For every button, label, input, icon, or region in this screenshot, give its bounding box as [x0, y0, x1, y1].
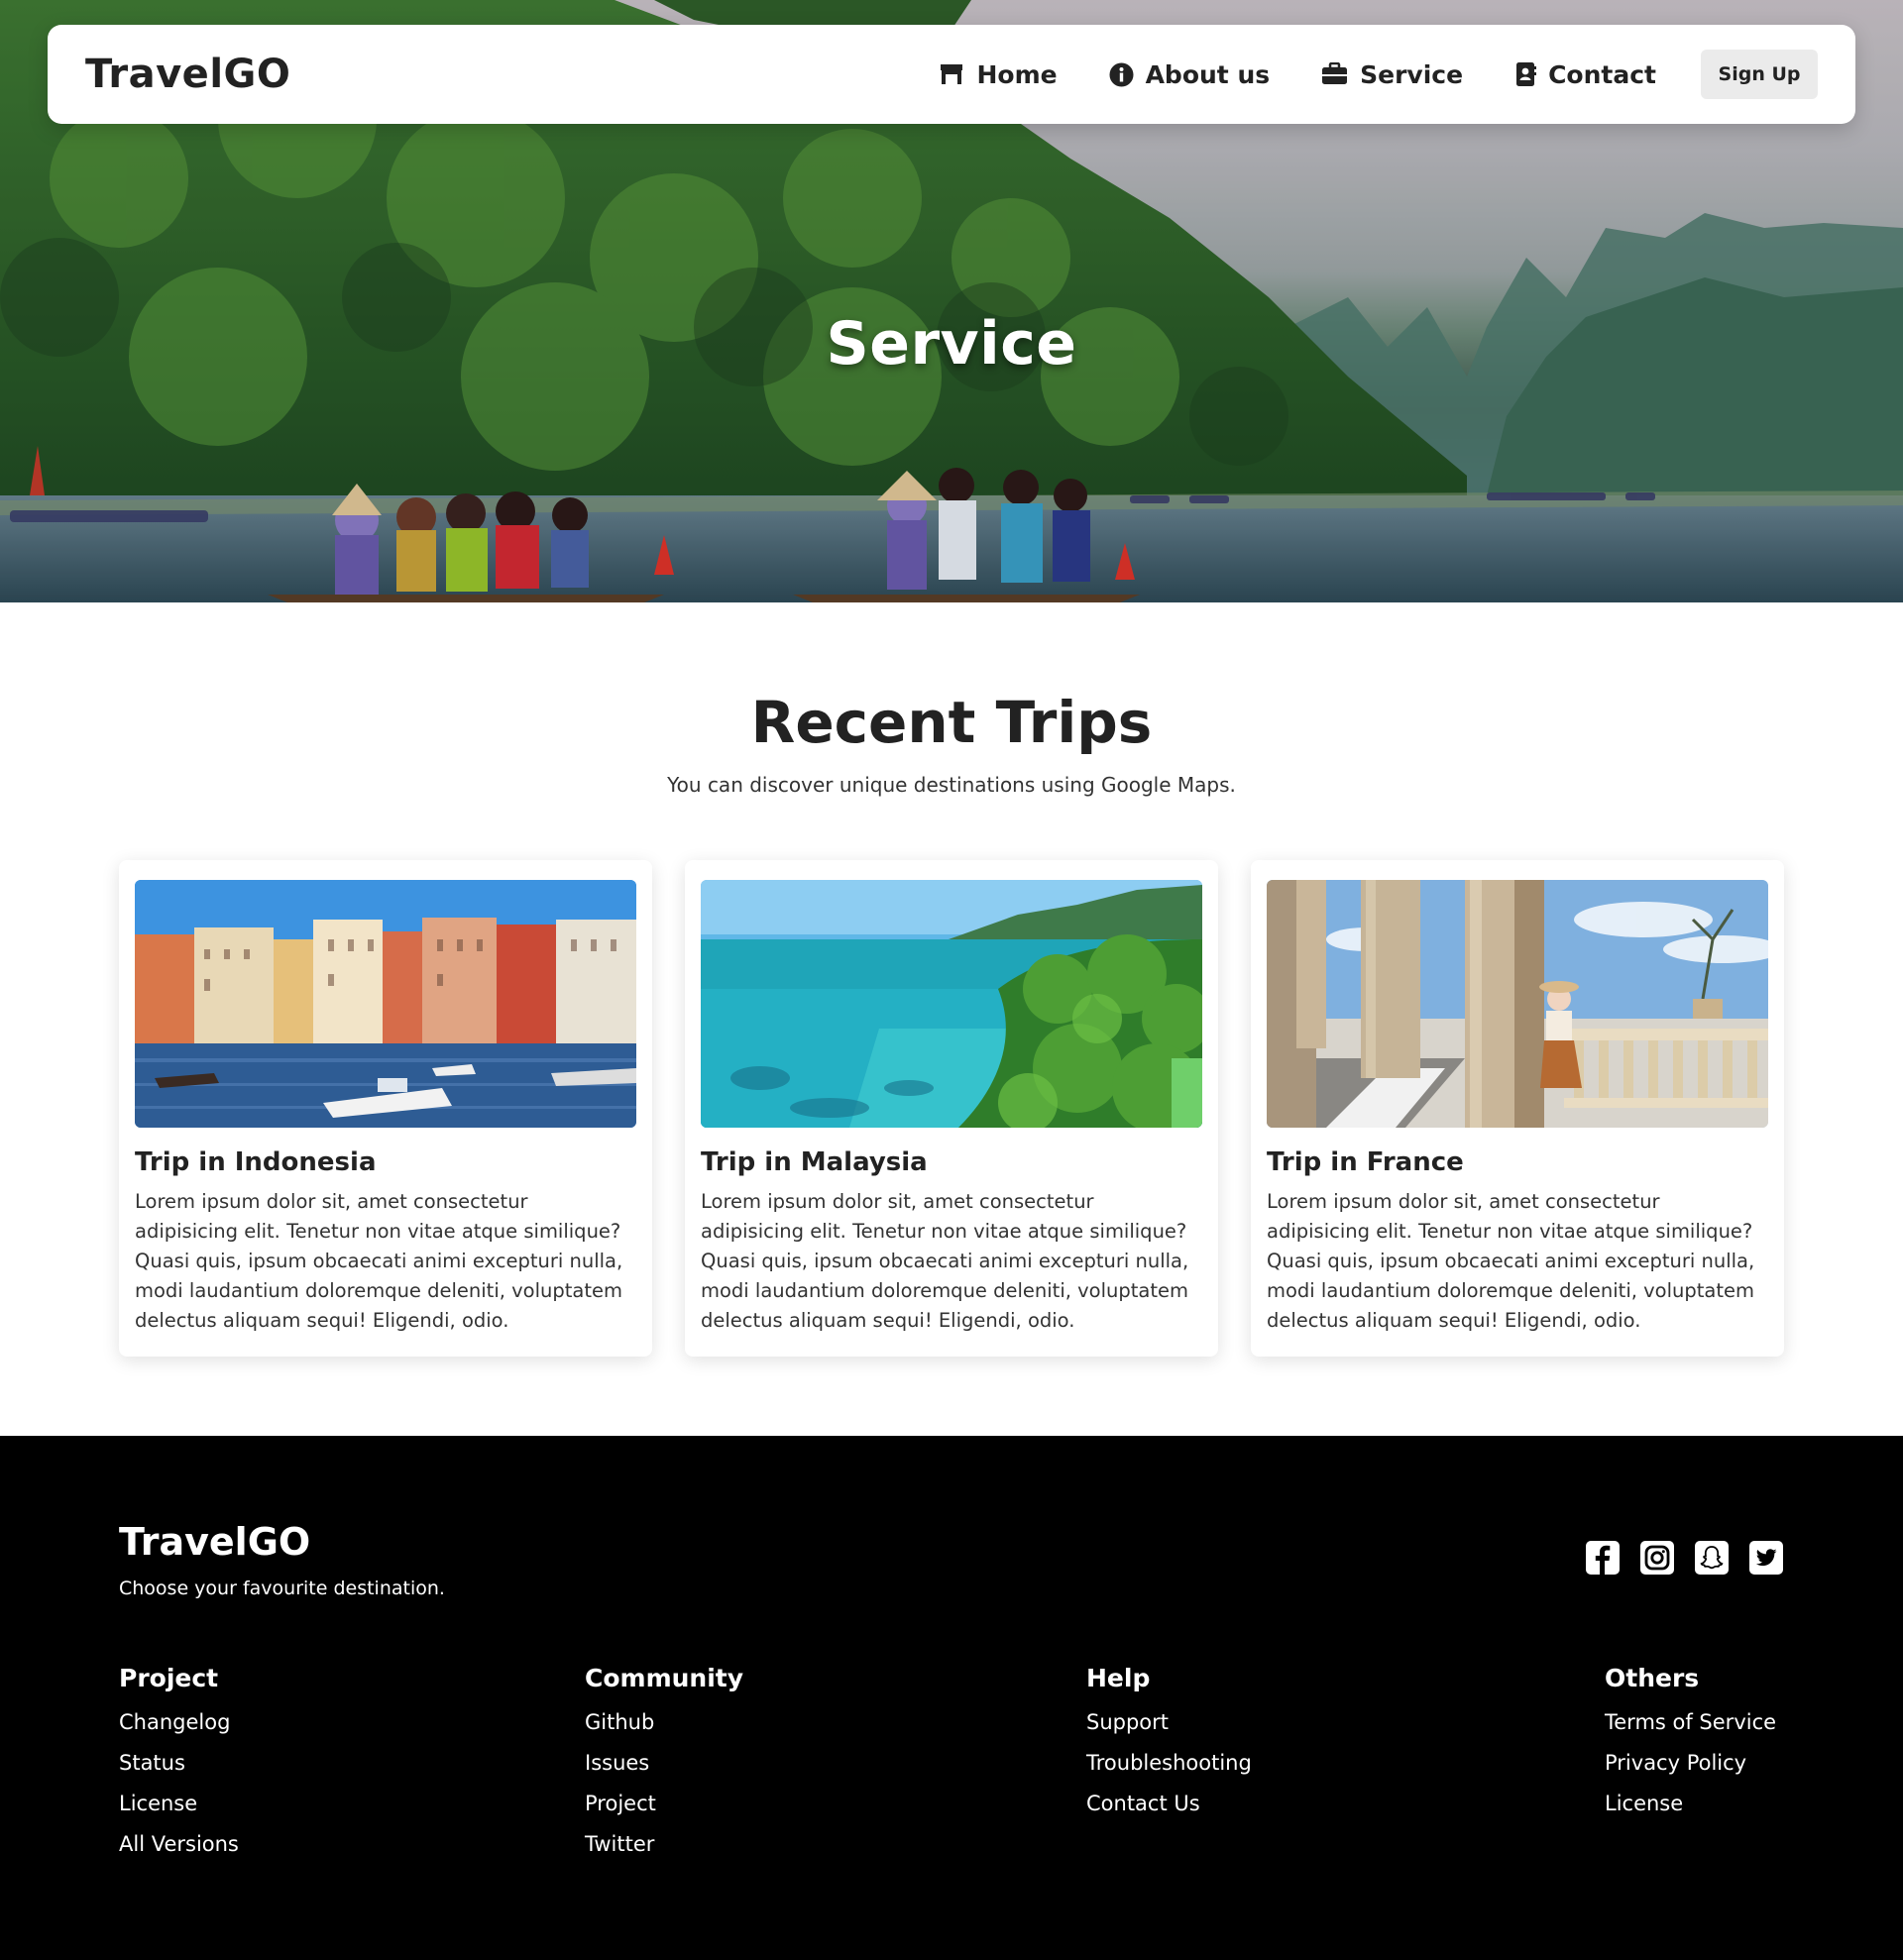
trip-card[interactable]: Trip in Indonesia Lorem ipsum dolor sit,…	[119, 860, 652, 1357]
recent-trips-subtitle: You can discover unique destinations usi…	[667, 773, 1236, 797]
footer-link[interactable]: Contact Us	[1086, 1792, 1252, 1832]
contact-book-icon	[1516, 62, 1537, 86]
trip-card[interactable]: Trip in Malaysia Lorem ipsum dolor sit, …	[685, 860, 1218, 1357]
home-icon	[941, 64, 963, 84]
footer-link[interactable]: Troubleshooting	[1086, 1751, 1252, 1792]
hero-title: Service	[826, 309, 1077, 379]
briefcase-icon	[1322, 62, 1348, 84]
twitter-icon[interactable]	[1748, 1540, 1784, 1576]
info-icon	[1109, 62, 1134, 86]
footer: TravelGO Choose your favourite destinati…	[0, 1436, 1903, 1960]
footer-col-community: Community Github Issues Project Twitter	[585, 1664, 743, 1873]
brand-logo[interactable]: TravelGO	[85, 52, 290, 97]
social-links	[1566, 1540, 1784, 1576]
nav-links: Home About us Service Contact Sign Up	[887, 50, 1818, 99]
footer-link[interactable]: Issues	[585, 1751, 743, 1792]
footer-col-title: Help	[1086, 1664, 1151, 1692]
nav-link-label: Home	[976, 59, 1058, 89]
trip-card[interactable]: Trip in France Lorem ipsum dolor sit, am…	[1251, 860, 1784, 1357]
facebook-icon[interactable]	[1585, 1540, 1621, 1576]
footer-link[interactable]: Status	[119, 1751, 239, 1792]
footer-link[interactable]: Support	[1086, 1710, 1252, 1751]
nav-link-label: Contact	[1548, 59, 1656, 89]
footer-link[interactable]: License	[1605, 1792, 1776, 1832]
footer-col-others: Others Terms of Service Privacy Policy L…	[1605, 1664, 1776, 1832]
trip-card-text: Lorem ipsum dolor sit, amet consectetur …	[135, 1190, 623, 1332]
footer-link[interactable]: License	[119, 1792, 239, 1832]
nav-link-home[interactable]: Home	[939, 59, 1058, 89]
footer-link[interactable]: All Versions	[119, 1832, 239, 1873]
footer-col-project: Project Changelog Status License All Ver…	[119, 1664, 239, 1873]
footer-link[interactable]: Changelog	[119, 1710, 239, 1751]
footer-link[interactable]: Project	[585, 1792, 743, 1832]
nav-link-contact[interactable]: Contact	[1514, 60, 1656, 89]
footer-link[interactable]: Privacy Policy	[1605, 1751, 1776, 1792]
nav-link-label: About us	[1145, 59, 1271, 89]
instagram-icon[interactable]	[1639, 1540, 1675, 1576]
trip-cards: Trip in Indonesia Lorem ipsum dolor sit,…	[119, 860, 1784, 1357]
nav-link-label: Service	[1360, 59, 1464, 89]
snapchat-icon[interactable]	[1694, 1540, 1730, 1576]
trip-image-france	[1267, 880, 1768, 1128]
recent-trips-title: Recent Trips	[750, 689, 1153, 756]
footer-brand[interactable]: TravelGO	[119, 1520, 310, 1564]
footer-col-help: Help Support Troubleshooting Contact Us	[1086, 1664, 1252, 1832]
footer-tagline: Choose your favourite destination.	[119, 1578, 445, 1599]
footer-col-title: Others	[1605, 1664, 1700, 1692]
trip-card-title: Trip in France	[1267, 1147, 1464, 1177]
footer-link[interactable]: Github	[585, 1710, 743, 1751]
navbar: TravelGO Home About us Service Contact S…	[48, 25, 1855, 124]
footer-col-title: Project	[119, 1664, 219, 1692]
trip-card-title: Trip in Malaysia	[701, 1147, 928, 1177]
nav-link-service[interactable]: Service	[1321, 60, 1463, 89]
trip-image-indonesia	[135, 880, 636, 1128]
trip-card-title: Trip in Indonesia	[135, 1147, 377, 1177]
trip-card-text: Lorem ipsum dolor sit, amet consectetur …	[1267, 1190, 1755, 1332]
trip-image-malaysia	[701, 880, 1202, 1128]
footer-col-title: Community	[585, 1664, 744, 1692]
nav-link-about[interactable]: About us	[1109, 59, 1271, 89]
signup-button[interactable]: Sign Up	[1701, 50, 1818, 99]
footer-link[interactable]: Terms of Service	[1605, 1710, 1776, 1751]
trip-card-text: Lorem ipsum dolor sit, amet consectetur …	[701, 1190, 1189, 1332]
footer-link[interactable]: Twitter	[585, 1832, 743, 1873]
